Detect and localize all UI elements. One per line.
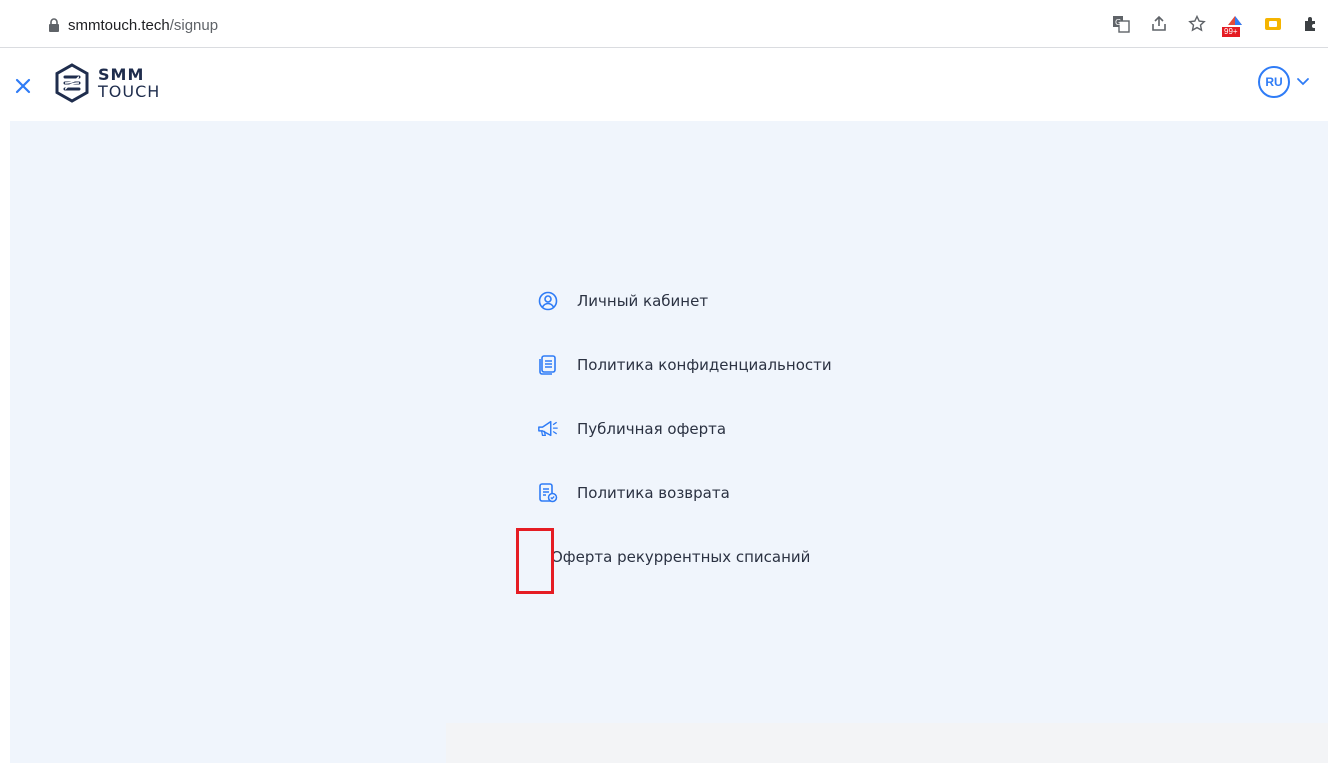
lock-icon[interactable] — [44, 15, 64, 35]
megaphone-icon — [537, 418, 559, 440]
menu-item-refund-policy[interactable]: Политика возврата — [537, 479, 832, 507]
legal-menu: Личный кабинет Политика конфиденциальнос… — [537, 287, 832, 607]
user-circle-icon — [537, 290, 559, 312]
chevron-down-icon — [1297, 78, 1309, 86]
browser-toolbar: smmtouch.tech/signup G 99+ — [0, 0, 1328, 48]
url-text[interactable]: smmtouch.tech/signup — [68, 17, 218, 34]
logo-icon — [55, 63, 89, 103]
site-header: SMM TOUCH RU — [0, 49, 1328, 121]
logo-wordmark: SMM TOUCH — [98, 65, 161, 101]
site-logo[interactable]: SMM TOUCH — [52, 61, 160, 105]
svg-text:G: G — [1115, 18, 1121, 27]
extensions-puzzle-icon[interactable] — [1300, 13, 1322, 35]
menu-item-label: Политика конфиденциальности — [577, 356, 832, 374]
footer-strip — [446, 723, 1328, 763]
menu-item-recurring-offer[interactable]: Оферта рекуррентных списаний — [537, 543, 832, 571]
language-selector[interactable]: RU — [1258, 66, 1310, 98]
menu-item-public-offer[interactable]: Публичная оферта — [537, 415, 832, 443]
menu-item-privacy-policy[interactable]: Политика конфиденциальности — [537, 351, 832, 379]
menu-item-label: Политика возврата — [577, 484, 730, 502]
address-bar[interactable]: smmtouch.tech/signup — [12, 9, 1112, 41]
bookmark-star-icon[interactable] — [1186, 13, 1208, 35]
menu-item-account[interactable]: Личный кабинет — [537, 287, 832, 315]
document-icon — [537, 354, 559, 376]
extension-badge-icon[interactable]: 99+ — [1222, 13, 1246, 37]
refund-document-icon — [537, 482, 559, 504]
menu-item-label: Личный кабинет — [577, 292, 709, 310]
close-menu-button[interactable] — [12, 75, 34, 97]
extension-area: G 99+ — [1110, 12, 1322, 37]
tag-extension-icon[interactable] — [1262, 13, 1284, 35]
menu-item-label: Публичная оферта — [577, 420, 727, 438]
translate-icon[interactable]: G — [1110, 13, 1132, 35]
menu-item-label: Оферта рекуррентных списаний — [551, 548, 811, 566]
language-code: RU — [1258, 66, 1290, 98]
share-icon[interactable] — [1148, 13, 1170, 35]
extension-badge-count: 99+ — [1222, 27, 1240, 37]
